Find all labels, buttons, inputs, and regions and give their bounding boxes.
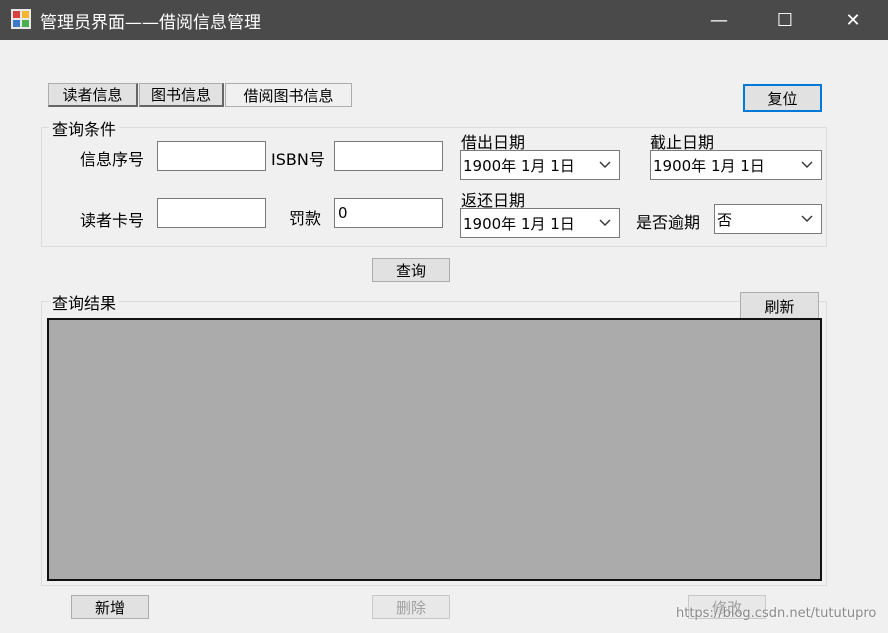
minimize-button[interactable]: — [686, 0, 752, 40]
return-date-picker[interactable]: 1900年 1月 1日 [460, 208, 620, 238]
return-date-value: 1900年 1月 1日 [463, 214, 575, 233]
chevron-down-icon [599, 161, 611, 168]
watermark-text: https://blog.csdn.net/tututupro [676, 606, 877, 621]
isbn-input[interactable] [334, 141, 443, 171]
close-button[interactable]: ✕ [820, 0, 886, 40]
window-title: 管理员界面——借阅信息管理 [40, 13, 261, 33]
tab-borrow-info[interactable]: 借阅图书信息 [225, 83, 352, 107]
tab-book-info[interactable]: 图书信息 [139, 83, 224, 107]
app-grid-icon [11, 9, 31, 29]
results-data-grid[interactable] [47, 318, 822, 581]
refresh-button[interactable]: 刷新 [740, 292, 819, 320]
info-id-label: 信息序号 [80, 150, 145, 169]
reader-card-label: 读者卡号 [80, 211, 145, 230]
query-conditions-legend: 查询条件 [49, 116, 120, 140]
chevron-down-icon [801, 161, 813, 168]
query-button[interactable]: 查询 [372, 258, 450, 282]
overdue-select[interactable]: 否 [714, 204, 822, 234]
overdue-label: 是否逾期 [636, 213, 701, 232]
query-results-legend: 查询结果 [49, 290, 120, 314]
isbn-label: ISBN号 [271, 150, 325, 169]
close-icon: ✕ [845, 9, 861, 31]
minimize-icon: — [710, 9, 728, 31]
fine-label: 罚款 [289, 209, 322, 228]
borrow-date-picker[interactable]: 1900年 1月 1日 [460, 150, 620, 180]
add-button[interactable]: 新增 [71, 595, 149, 619]
due-date-picker[interactable]: 1900年 1月 1日 [650, 150, 822, 180]
chevron-down-icon [801, 215, 813, 222]
chevron-down-icon [599, 219, 611, 226]
tab-reader-info[interactable]: 读者信息 [48, 83, 138, 107]
reset-button[interactable]: 复位 [743, 84, 822, 112]
overdue-value: 否 [717, 210, 733, 229]
reader-card-input[interactable] [157, 198, 266, 228]
due-date-value: 1900年 1月 1日 [653, 156, 765, 175]
maximize-button[interactable]: ☐ [752, 0, 818, 40]
maximize-icon: ☐ [776, 9, 794, 31]
delete-button[interactable]: 删除 [372, 595, 450, 619]
borrow-date-value: 1900年 1月 1日 [463, 156, 575, 175]
fine-input[interactable] [334, 198, 443, 228]
info-id-input[interactable] [157, 141, 266, 171]
title-bar: 管理员界面——借阅信息管理 — ☐ ✕ [0, 0, 888, 40]
